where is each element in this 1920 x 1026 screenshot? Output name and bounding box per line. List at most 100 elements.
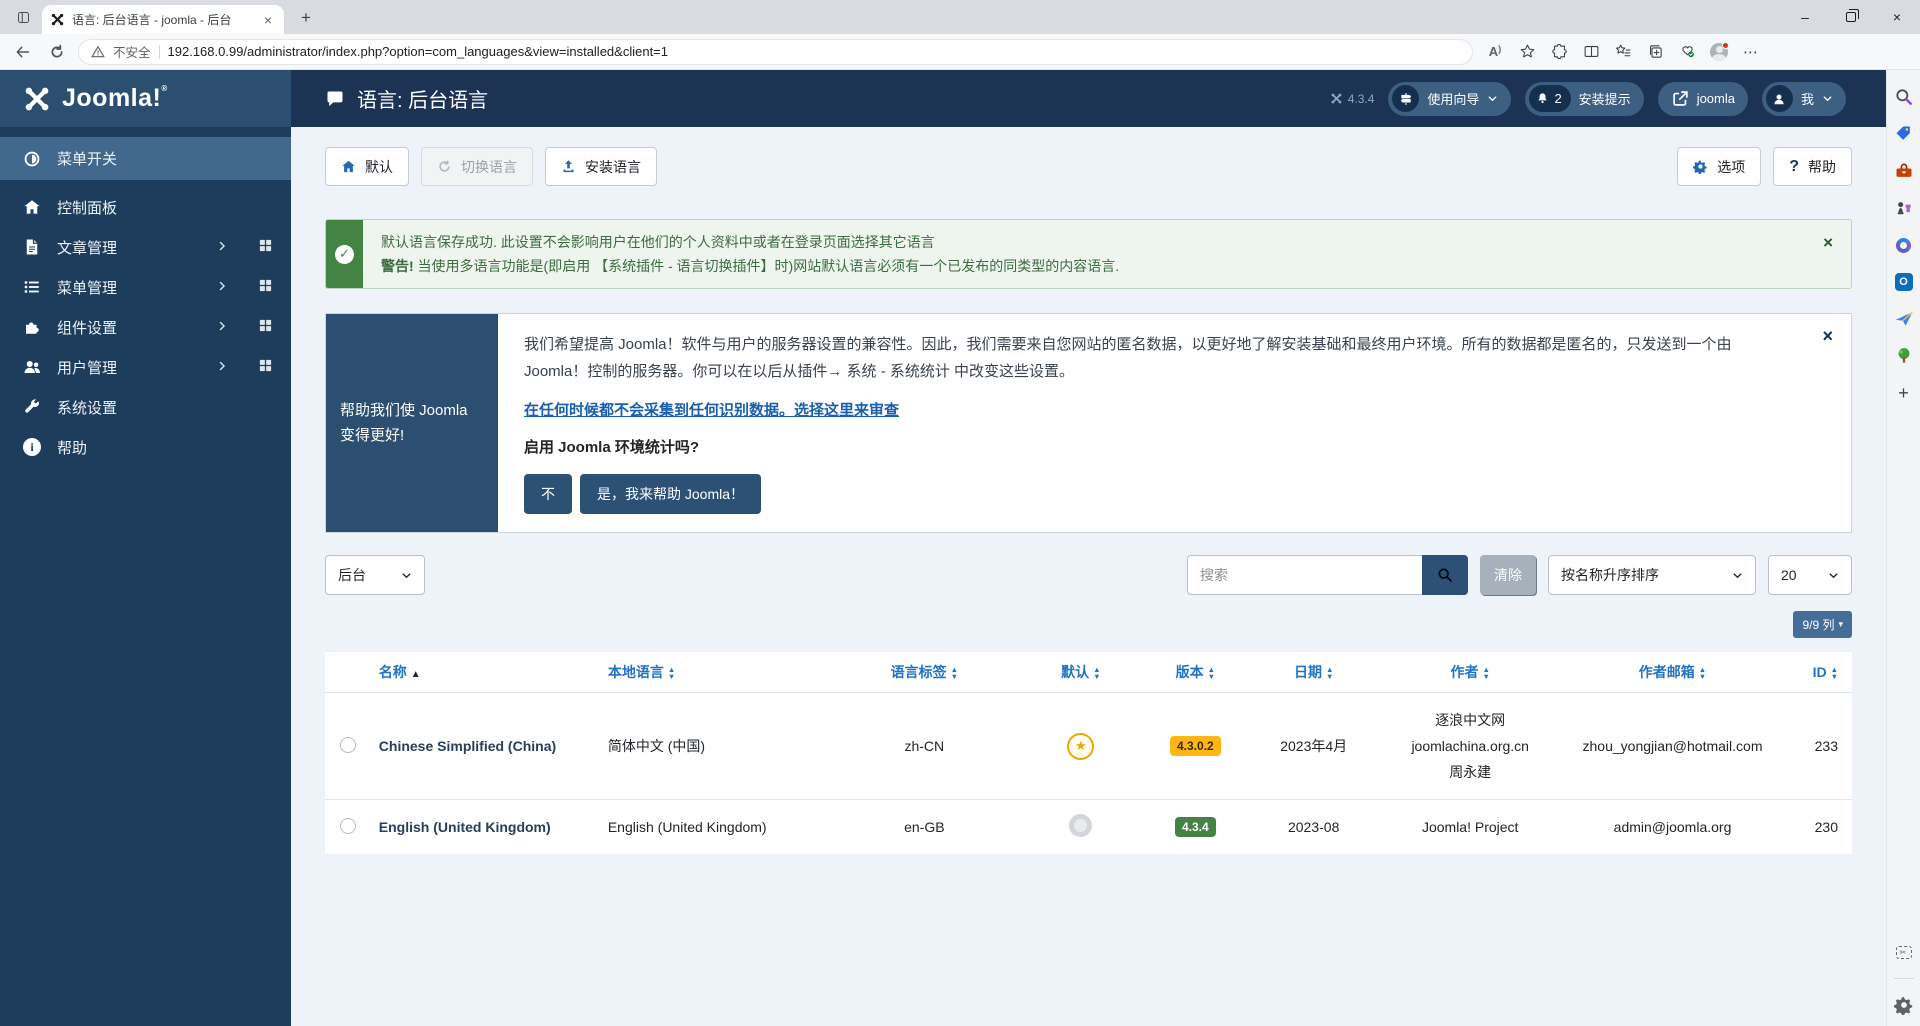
- row-radio[interactable]: [340, 737, 356, 753]
- column-header-id[interactable]: ID▲▼: [1783, 652, 1852, 693]
- row-radio[interactable]: [340, 818, 356, 834]
- microsoft365-icon[interactable]: [1893, 234, 1915, 256]
- dashboard-grid-icon[interactable]: [258, 318, 273, 337]
- clear-button[interactable]: 清除: [1480, 555, 1536, 595]
- help-button[interactable]: ? 帮助: [1773, 147, 1852, 186]
- address-bar[interactable]: 不安全 192.168.0.99/administrator/index.php…: [78, 39, 1473, 65]
- stats-yes-button[interactable]: 是，我来帮助 Joomla！: [580, 474, 761, 514]
- column-header-tag[interactable]: 语言标签▲▼: [829, 652, 1020, 693]
- split-screen-icon[interactable]: [1577, 39, 1605, 65]
- alert-message-line2: 警告! 当使用多语言功能是(即启用 【系统插件 - 语言切换插件】时)网站默认语…: [381, 254, 1805, 278]
- more-menu-icon[interactable]: ⋯: [1737, 39, 1765, 65]
- sort-select[interactable]: 按名称升序排序: [1548, 555, 1756, 595]
- new-tab-button[interactable]: +: [294, 8, 318, 28]
- back-icon[interactable]: [10, 39, 36, 65]
- sidebar-item-dashboard[interactable]: 控制面板: [0, 187, 291, 227]
- sidebar-item-menu-toggle[interactable]: 菜单开关: [0, 137, 291, 180]
- language-name-link[interactable]: Chinese Simplified (China): [379, 738, 556, 754]
- column-header-name[interactable]: 名称▲: [371, 652, 600, 693]
- view-site-button[interactable]: joomla: [1658, 82, 1748, 116]
- column-header-default[interactable]: 默认▲▼: [1020, 652, 1142, 693]
- dashboard-grid-icon[interactable]: [258, 278, 273, 297]
- client-select[interactable]: 后台: [325, 555, 425, 595]
- search-icon[interactable]: [1893, 86, 1915, 108]
- browser-essentials-icon[interactable]: [1673, 39, 1701, 65]
- window-restore-button[interactable]: [1828, 12, 1874, 22]
- sort-icon: ▲▼: [951, 666, 958, 680]
- dashboard-grid-icon[interactable]: [258, 358, 273, 377]
- favorite-star-icon[interactable]: [1513, 39, 1541, 65]
- default-button[interactable]: 默认: [325, 147, 409, 186]
- id-cell: 233: [1783, 693, 1852, 800]
- shopping-icon[interactable]: [1893, 123, 1915, 145]
- tab-close-icon[interactable]: ×: [260, 12, 276, 28]
- author-cell: Joomla! Project: [1379, 800, 1562, 855]
- collections-icon[interactable]: [1641, 39, 1669, 65]
- alert-message-line1: 默认语言保存成功. 此设置不会影响用户在他们的个人资料中或者在登录页面选择其它语…: [381, 230, 1805, 254]
- language-name-link[interactable]: English (United Kingdom): [379, 819, 551, 835]
- chevron-right-icon[interactable]: [216, 279, 228, 296]
- bell-icon: [1536, 92, 1549, 105]
- favorites-bar-icon[interactable]: [1609, 39, 1637, 65]
- profile-avatar[interactable]: [1705, 39, 1733, 65]
- sidebar-item-content[interactable]: 文章管理: [0, 227, 291, 267]
- version-badge: 4.3.4: [1175, 817, 1216, 837]
- stats-no-button[interactable]: 不: [524, 474, 572, 514]
- sidebar-item-users[interactable]: 用户管理: [0, 347, 291, 387]
- chevron-down-icon: [401, 570, 412, 581]
- games-icon[interactable]: [1893, 197, 1915, 219]
- column-header-version[interactable]: 版本▲▼: [1142, 652, 1249, 693]
- joomla-logo-text: Joomla!®: [62, 84, 168, 113]
- admin-sidebar: 菜单开关 控制面板 文章管理 菜单管理 组件设置: [0, 127, 291, 1026]
- search-button[interactable]: [1422, 555, 1468, 595]
- extensions-icon[interactable]: [1545, 39, 1573, 65]
- security-label: 不安全: [113, 42, 151, 61]
- column-header-date[interactable]: 日期▲▼: [1249, 652, 1379, 693]
- column-header-email[interactable]: 作者邮箱▲▼: [1562, 652, 1783, 693]
- sidebar-item-system[interactable]: 系统设置: [0, 387, 291, 427]
- document-icon: [21, 238, 43, 256]
- gear-icon: [1693, 159, 1708, 174]
- column-header-native[interactable]: 本地语言▲▼: [600, 652, 829, 693]
- notifications-button[interactable]: 2 安装提示: [1525, 82, 1643, 116]
- tools-icon[interactable]: [1893, 160, 1915, 182]
- browser-tab[interactable]: 语言: 后台语言 - joomla - 后台 ×: [42, 5, 284, 34]
- chevron-right-icon[interactable]: [216, 359, 228, 376]
- sort-ascending-icon: ▲: [411, 669, 421, 680]
- outlook-icon[interactable]: O: [1893, 271, 1915, 293]
- read-aloud-icon[interactable]: A): [1481, 39, 1509, 65]
- chevron-down-icon: [1487, 93, 1498, 104]
- id-cell: 230: [1783, 800, 1852, 855]
- columns-dropdown-badge[interactable]: 9/9 列 ▾: [1793, 611, 1852, 638]
- column-header-author[interactable]: 作者▲▼: [1379, 652, 1562, 693]
- tab-actions-icon[interactable]: [8, 3, 38, 31]
- limit-select[interactable]: 20: [1768, 555, 1852, 595]
- install-language-button[interactable]: 安装语言: [545, 147, 657, 186]
- sidebar-item-menus[interactable]: 菜单管理: [0, 267, 291, 307]
- dashboard-grid-icon[interactable]: [258, 238, 273, 257]
- window-close-button[interactable]: ×: [1874, 9, 1920, 25]
- alert-close-icon[interactable]: ×: [1823, 220, 1851, 288]
- options-button[interactable]: 选项: [1677, 147, 1761, 186]
- sidebar-item-help[interactable]: i 帮助: [0, 427, 291, 467]
- user-menu-button[interactable]: 我: [1762, 82, 1846, 116]
- stats-close-icon[interactable]: ×: [1822, 327, 1833, 345]
- chevron-right-icon[interactable]: [216, 239, 228, 256]
- search-input[interactable]: [1187, 555, 1422, 595]
- settings-gear-icon[interactable]: [1893, 994, 1915, 1016]
- default-language-star-icon[interactable]: ★: [1067, 733, 1094, 760]
- toolbar-right-icons: A) ⋯: [1481, 39, 1765, 65]
- add-to-sidebar-icon[interactable]: +: [1893, 382, 1915, 404]
- tree-icon[interactable]: [1893, 345, 1915, 367]
- sidebar-item-components[interactable]: 组件设置: [0, 307, 291, 347]
- window-minimize-button[interactable]: –: [1782, 9, 1828, 25]
- reload-icon[interactable]: [44, 39, 70, 65]
- screenshot-snip-icon[interactable]: [1893, 941, 1915, 963]
- chevron-right-icon[interactable]: [216, 319, 228, 336]
- drop-icon[interactable]: [1893, 308, 1915, 330]
- joomla-logo[interactable]: Joomla!®: [0, 70, 291, 127]
- users-icon: [21, 358, 43, 376]
- stats-review-link[interactable]: 在任何时候都不会采集到任何识别数据。选择这里来审查: [524, 399, 899, 420]
- guided-tour-button[interactable]: 使用向导: [1388, 82, 1511, 116]
- set-default-icon[interactable]: [1069, 814, 1092, 837]
